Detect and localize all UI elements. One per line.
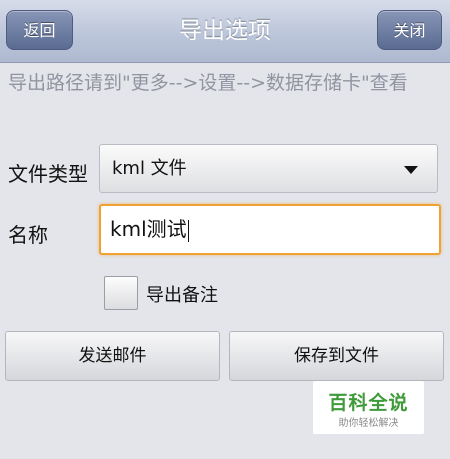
- name-input[interactable]: kml测试: [99, 204, 441, 255]
- chevron-down-icon: [404, 166, 418, 174]
- title-bar: 导出选项 返回 关闭: [0, 0, 450, 63]
- export-notes-checkbox[interactable]: [104, 276, 138, 310]
- watermark-sub-text: 助你轻松解决: [338, 418, 399, 429]
- export-notes-label[interactable]: 导出备注: [146, 281, 218, 307]
- back-button[interactable]: 返回: [6, 10, 73, 50]
- watermark-logo: 百科全说 助你轻松解决: [313, 381, 424, 434]
- export-path-hint: 导出路径请到"更多-->设置-->数据存储卡"查看: [8, 72, 408, 94]
- watermark-main-text: 百科全说: [328, 392, 409, 414]
- file-type-select[interactable]: kml 文件: [99, 144, 438, 193]
- close-button[interactable]: 关闭: [377, 10, 442, 50]
- file-type-value: kml 文件: [112, 158, 187, 179]
- name-input-value: kml测试: [110, 217, 189, 242]
- file-type-label: 文件类型: [8, 162, 88, 186]
- text-cursor: [187, 219, 189, 242]
- name-label: 名称: [8, 223, 48, 247]
- send-email-button[interactable]: 发送邮件: [5, 331, 220, 381]
- save-to-file-button[interactable]: 保存到文件: [229, 331, 444, 381]
